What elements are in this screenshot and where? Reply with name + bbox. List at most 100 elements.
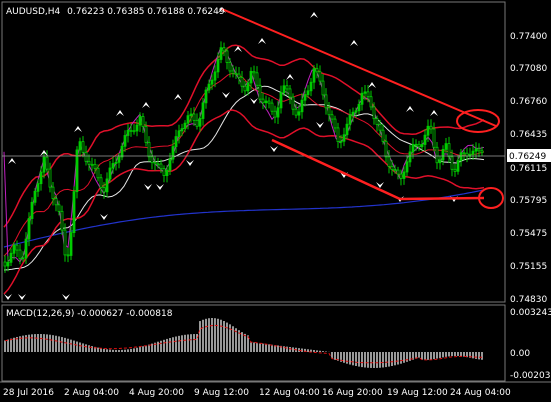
fractal-down-icon [144,184,152,190]
candle-body [423,134,427,145]
candle-body [102,187,106,193]
candle-body [378,124,382,131]
candle-body [282,85,286,94]
time-label: 4 Aug 20:00 [129,388,184,398]
candle-body [270,102,274,112]
candle-body [153,162,157,165]
candle-body [39,171,43,185]
time-axis[interactable]: 28 Jul 2016 2 Aug 04:00 4 Aug 20:00 9 Au… [3,388,511,398]
candle-body [18,249,22,260]
candle-body [168,158,172,171]
candle-body [216,59,220,73]
candle-body [477,148,481,152]
price-chart[interactable]: AUDUSD,H4 0.76223 0.76385 0.76188 0.7624… [0,0,551,402]
fractal-up-icon [74,126,82,132]
candle-body [243,85,247,92]
price-axis[interactable]: 0.77400 0.77080 0.76760 0.76435 0.76115 … [507,32,551,305]
candle-body [108,167,112,180]
candle-body [279,92,283,109]
candle-body [276,107,280,118]
candle-body [426,125,430,136]
candle-body [285,85,289,90]
candle-body [375,118,379,125]
price-label: 0.76435 [510,130,547,140]
candle-body [336,127,340,142]
fractal-up-icon [8,158,16,164]
candle-body [51,186,55,199]
candle-body [387,156,391,167]
candle-body [393,169,397,172]
fractal-down-icon [270,146,278,152]
fractal-down-icon [62,294,70,300]
candle-body [24,238,28,259]
candle-body [402,171,406,179]
candle-body [408,151,412,163]
fractal-up-icon [286,74,294,80]
candle-body [450,156,454,170]
candle-body [471,150,475,155]
chart-symbol-title: AUDUSD,H4 0.76223 0.76385 0.76188 0.7624… [6,7,225,17]
candle-body [348,114,352,125]
candle-body [273,110,277,118]
lower-trend-line[interactable] [271,138,401,201]
candle-body [417,143,421,148]
candle-body [183,122,187,129]
candle-body [354,110,358,113]
fractal-up-icon [368,82,376,88]
target-ellipse-upper[interactable] [456,109,500,133]
candle-body [222,47,226,52]
candle-body [321,80,325,96]
candle-body [252,70,256,74]
candle-body [330,114,334,120]
fractal-up-icon [116,110,124,116]
candle-body [156,163,160,166]
fractal-down-icon [316,122,324,128]
time-label: 12 Aug 04:00 [259,388,320,398]
macd-label: MACD(12,26,9) -0.000627 -0.000818 [6,309,173,319]
candle-body [78,141,82,151]
candle-body [441,148,445,161]
candle-body [459,152,463,161]
candle-body [411,144,415,153]
candle-body [453,168,457,172]
chart-window[interactable]: AUDUSD,H4 0.76223 0.76385 0.76188 0.7624… [0,0,551,402]
candle-body [249,70,253,84]
candle-body [444,143,448,150]
candle-body [192,113,196,121]
fractal-up-icon [406,106,414,112]
candle-body [420,144,424,148]
candle-body [63,229,67,256]
macd-axis[interactable]: 0.003243 0.00 -0.002035 [510,308,551,381]
candle-body [312,68,316,83]
current-price-label: 0.76249 [509,152,546,162]
time-label: 16 Aug 20:00 [322,388,383,398]
fractal-layer [4,7,458,300]
candle-body [48,168,52,188]
fractal-down-icon [156,184,164,190]
candle-body [99,177,103,188]
candle-body [90,163,94,166]
candle-body [189,113,193,117]
candle-body [303,94,307,101]
candle-body [129,129,133,132]
candle-body [15,244,19,251]
candle-body [81,141,85,153]
candle-body [165,169,169,176]
candle-body [456,160,460,172]
candle-body [117,156,121,163]
candle-body [357,103,361,112]
macd-axis-label: -0.002035 [510,371,551,381]
candle-body [138,116,142,126]
candle-layer [3,41,484,273]
fractal-down-icon [222,92,230,98]
time-label: 24 Aug 04:00 [450,388,511,398]
macd-axis-label: 0.003243 [510,308,551,318]
support-line[interactable] [399,196,485,201]
candle-body [36,183,40,192]
time-label: 19 Aug 12:00 [387,388,448,398]
candle-body [177,130,181,137]
candle-body [366,91,370,98]
candle-body [210,79,214,85]
candle-body [363,91,367,94]
candle-body [480,150,484,154]
